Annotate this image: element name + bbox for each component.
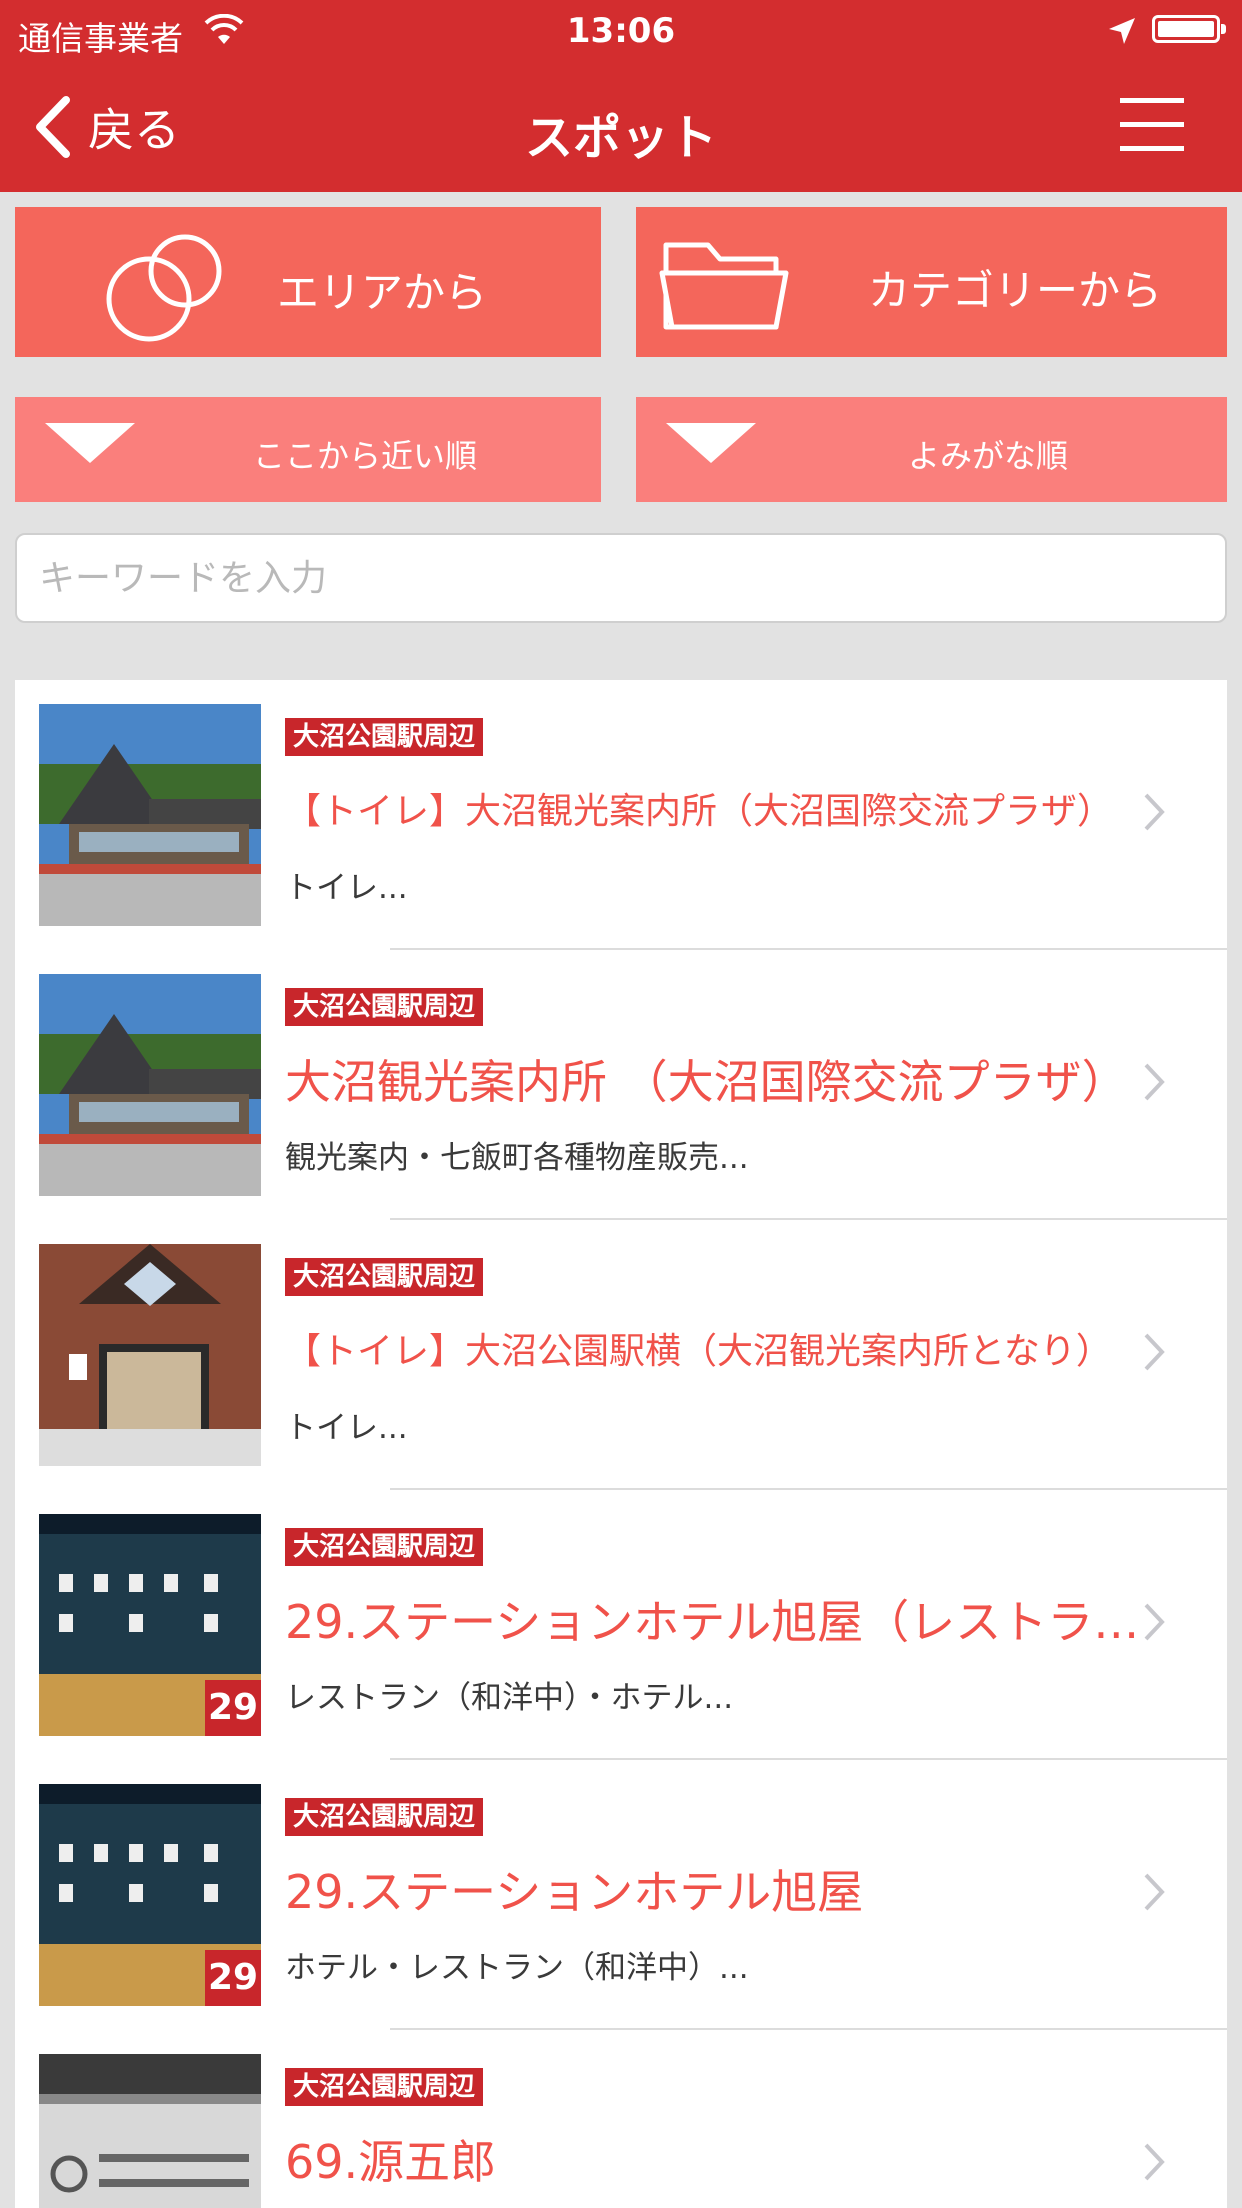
location-arrow-icon: [1109, 18, 1135, 44]
spot-description: トイレ...: [285, 1410, 408, 1446]
category-filter-button[interactable]: カテゴリーから: [636, 207, 1227, 357]
spot-thumbnail: [39, 1244, 261, 1466]
chevron-right-icon: [1144, 1873, 1165, 1911]
spot-list: 大沼公園駅周辺 【トイレ】大沼観光案内所（大沼国際交流プラザ） トイレ... 大…: [15, 680, 1227, 2208]
spot-title: 29.ステーションホテル旭屋: [285, 1865, 864, 1919]
area-badge: 大沼公園駅周辺: [285, 988, 484, 1026]
sort-kana-label: よみがな順: [908, 437, 1069, 475]
area-badge: 大沼公園駅周辺: [285, 718, 484, 756]
sort-distance-button[interactable]: ここから近い順: [15, 397, 601, 502]
building-photo: [39, 974, 261, 1196]
spot-description: トイレ...: [285, 870, 408, 906]
chevron-right-icon: [1144, 1333, 1165, 1371]
area-badge: 大沼公園駅周辺: [285, 2068, 484, 2106]
chevron-right-icon: [1144, 1603, 1165, 1641]
spot-title: 大沼観光案内所 （大沼国際交流プラザ）: [285, 1055, 1128, 1109]
area-filter-label: エリアから: [277, 268, 488, 317]
list-item[interactable]: 大沼公園駅周辺 【トイレ】大沼公園駅横（大沼観光案内所となり） トイレ...: [15, 1220, 1227, 1490]
spot-thumbnail: [39, 974, 261, 1196]
list-item[interactable]: 29 大沼公園駅周辺 29.ステーションホテル旭屋 ホテル・レストラン（和洋中）…: [15, 1760, 1227, 2030]
keyword-search-input[interactable]: [15, 533, 1227, 623]
folder-icon: [659, 242, 789, 330]
noren-curtain-photo: [39, 2054, 261, 2208]
number-tag: 29: [205, 1680, 261, 1736]
spot-thumbnail: [39, 2054, 261, 2208]
spot-description: レストラン（和洋中）・ホテル...: [285, 1680, 734, 1716]
spot-title: 29.ステーションホテル旭屋（レストラン）: [285, 1595, 1165, 1649]
spot-thumbnail: [39, 704, 261, 926]
spot-title: 【トイレ】大沼観光案内所（大沼国際交流プラザ）: [285, 791, 1114, 832]
status-bar: 通信事業者 13:06: [0, 0, 1242, 62]
area-badge: 大沼公園駅周辺: [285, 1528, 484, 1566]
number-tag: 29: [205, 1950, 261, 2006]
spot-title: 【トイレ】大沼公園駅横（大沼観光案内所となり）: [285, 1331, 1112, 1372]
menu-line: [1120, 146, 1184, 151]
page-title: スポット: [524, 110, 717, 166]
area-filter-button[interactable]: エリアから: [15, 207, 601, 357]
spot-title: 69.源五郎: [285, 2135, 497, 2189]
building-photo: [39, 704, 261, 926]
menu-line: [1120, 98, 1184, 103]
spot-description: ホテル・レストラン（和洋中）...: [285, 1950, 749, 1986]
list-item[interactable]: 大沼公園駅周辺 大沼観光案内所 （大沼国際交流プラザ） 観光案内・七飯町各種物産…: [15, 950, 1227, 1220]
menu-line: [1120, 122, 1184, 127]
area-badge: 大沼公園駅周辺: [285, 1258, 484, 1296]
triangle-down-icon: [666, 423, 756, 463]
battery-tip: [1221, 24, 1226, 34]
navigation-bar: 戻る スポット: [0, 62, 1242, 192]
category-filter-label: カテゴリーから: [868, 266, 1163, 315]
list-item[interactable]: 大沼公園駅周辺 【トイレ】大沼観光案内所（大沼国際交流プラザ） トイレ...: [15, 680, 1227, 950]
triangle-down-icon: [45, 423, 135, 463]
list-item[interactable]: 29 大沼公園駅周辺 29.ステーションホテル旭屋（レストラン） レストラン（和…: [15, 1490, 1227, 1760]
overlapping-circles-icon: [106, 234, 222, 342]
chevron-right-icon: [1144, 1063, 1165, 1101]
clock: 13:06: [566, 11, 676, 51]
chevron-right-icon: [1144, 793, 1165, 831]
sort-kana-button[interactable]: よみがな順: [636, 397, 1227, 502]
spot-description: 観光案内・七飯町各種物産販売...: [285, 1140, 749, 1176]
hamburger-menu-button[interactable]: [1120, 94, 1184, 156]
list-item[interactable]: 大沼公園駅周辺 69.源五郎: [15, 2030, 1227, 2208]
sort-distance-label: ここから近い順: [253, 437, 478, 475]
chevron-right-icon: [1144, 2143, 1165, 2181]
area-badge: 大沼公園駅周辺: [285, 1798, 484, 1836]
brick-building-photo: [39, 1244, 261, 1466]
battery-icon: [1152, 15, 1220, 43]
spot-thumbnail: 29: [39, 1514, 261, 1736]
spot-thumbnail: 29: [39, 1784, 261, 2006]
